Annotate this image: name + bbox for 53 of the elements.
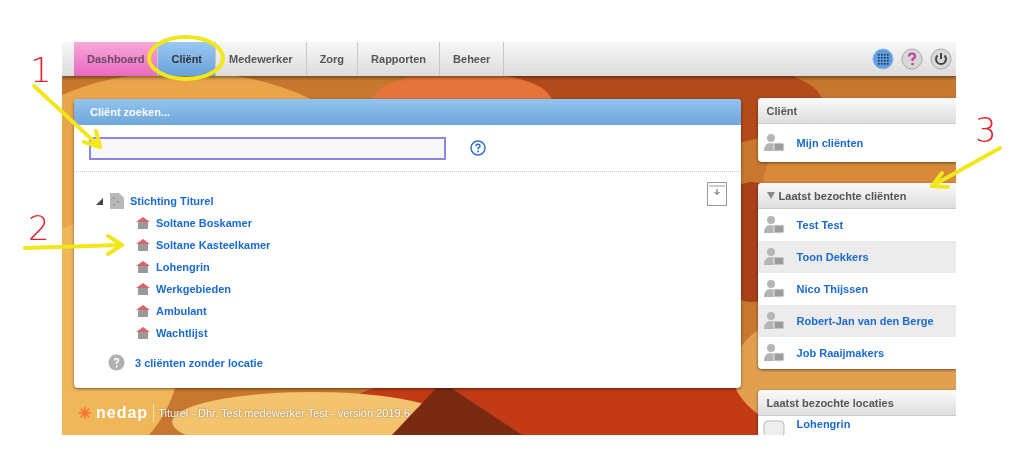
nav-tab[interactable]: Dashboard [74, 42, 159, 76]
house-icon [136, 305, 150, 317]
sidebar-link[interactable]: Job Raaijmakers [796, 347, 885, 359]
nav-tab[interactable]: Rapporten [358, 42, 441, 76]
question-icon [108, 354, 125, 371]
tree-item[interactable]: Werkgebieden [156, 283, 231, 295]
house-icon [136, 327, 150, 339]
sidebar-link[interactable]: Lohengrin [796, 418, 851, 430]
grid-icon[interactable] [872, 48, 894, 70]
brand-logo: nedap [96, 404, 155, 422]
house-icon [136, 283, 150, 295]
nav-tab[interactable]: Medewerker [216, 42, 307, 76]
panel-title: Cliënt zoeken... [90, 106, 171, 118]
collapse-triangle-icon[interactable] [94, 196, 104, 206]
person-card-icon [762, 311, 785, 331]
sidebar-link[interactable]: Test Test [796, 219, 844, 231]
sidebar-link[interactable]: Nico Thijssen [796, 283, 869, 295]
tree-item[interactable]: Soltane Kasteelkamer [156, 239, 271, 251]
search-field[interactable] [89, 136, 446, 160]
person-card-icon [762, 215, 785, 235]
annotation-number: 3 [975, 110, 997, 150]
house-icon [136, 261, 150, 273]
sidebar-link[interactable]: Toon Dekkers [796, 251, 869, 263]
tree-item[interactable]: Wachtlijst [156, 327, 208, 339]
card-title: Laatst bezochte locaties [766, 396, 894, 409]
tree-item[interactable]: Lohengrin [156, 261, 210, 273]
house-icon [136, 239, 150, 251]
building-icon [110, 193, 124, 209]
nav-tab[interactable]: Beheer [440, 42, 505, 76]
tree-item[interactable]: Ambulant [156, 305, 207, 317]
annotation-number: 2 [28, 208, 50, 248]
sidebar-link[interactable]: Mijn cliënten [796, 137, 864, 149]
annotation-arrow [930, 146, 1002, 189]
unassigned-clients-link[interactable]: 3 cliënten zonder locatie [135, 356, 263, 369]
version-text: Titurel - Dhr. Test medewerker Test - version 2019.6 [158, 407, 410, 419]
nav-tab[interactable]: Cliënt [158, 42, 217, 76]
card-title: Laatst bezochte cliënten [778, 189, 907, 202]
help-icon[interactable] [470, 140, 486, 156]
power-icon[interactable] [930, 48, 952, 70]
person-card-icon [762, 279, 785, 299]
location-icon [762, 418, 785, 435]
person-card-icon [762, 133, 785, 153]
house-icon [136, 217, 150, 229]
help-icon[interactable] [901, 48, 923, 70]
card-title: Cliënt [766, 104, 798, 117]
star-burst-icon [78, 406, 92, 420]
person-card-icon [762, 247, 785, 267]
person-card-icon [762, 343, 785, 363]
tree-item[interactable]: Stichting Titurel [130, 195, 214, 207]
download-icon[interactable] [706, 182, 727, 206]
annotation-number: 1 [30, 50, 52, 90]
nav-tab[interactable]: Zorg [306, 42, 359, 76]
tree-item[interactable]: Soltane Boskamer [156, 217, 252, 229]
